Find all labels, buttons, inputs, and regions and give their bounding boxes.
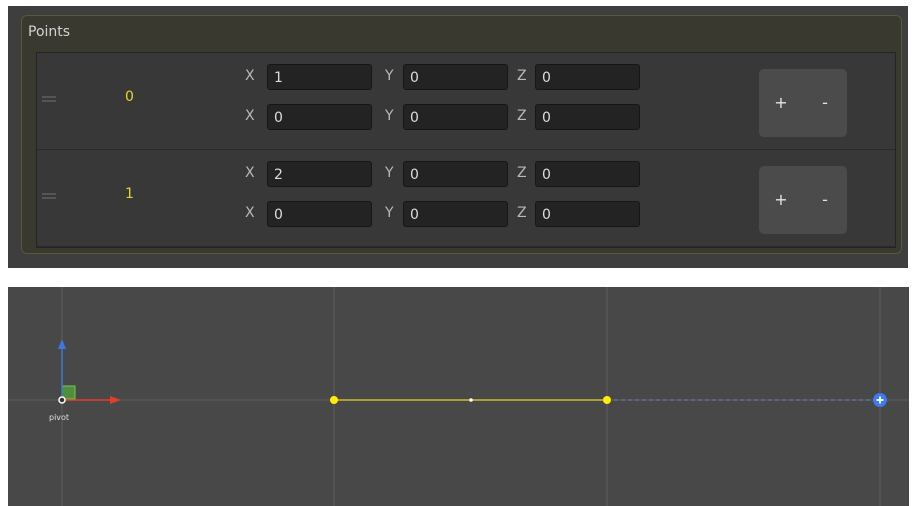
points-list: 0 X 1 Y 0 Z 0 X 0 Y 0 Z 0 + - 1 X 2 Y 0 … [36, 52, 896, 248]
z-label: Z [517, 68, 527, 84]
z-label: Z [517, 108, 527, 124]
secondary-vector: X 0 Y 0 Z 0 [245, 103, 645, 131]
x-label: X [245, 68, 255, 84]
point-index: 1 [125, 186, 134, 202]
x-field[interactable]: 1 [267, 64, 372, 90]
pivot-label: pivot [49, 413, 69, 422]
y-label: Y [385, 205, 394, 221]
x-field[interactable]: 0 [267, 104, 372, 130]
drag-handle-icon[interactable] [42, 193, 56, 199]
point-actions: + - [759, 166, 847, 234]
y-label: Y [385, 165, 394, 181]
drag-handle-icon[interactable] [42, 96, 56, 102]
pivot-point[interactable] [58, 396, 66, 404]
points-group-title: Points [28, 24, 71, 40]
add-point-button[interactable]: + [769, 91, 793, 115]
y-field[interactable]: 0 [403, 201, 508, 227]
y-field[interactable]: 0 [403, 161, 508, 187]
secondary-vector: X 0 Y 0 Z 0 [245, 200, 645, 228]
z-field[interactable]: 0 [535, 161, 640, 187]
z-label: Z [517, 205, 527, 221]
point-index: 0 [125, 89, 134, 105]
point-actions: + - [759, 69, 847, 137]
inspector-panel: Points 0 X 1 Y 0 Z 0 X 0 Y 0 Z 0 + - 1 X… [8, 6, 908, 268]
position-vector: X 1 Y 0 Z 0 [245, 63, 645, 91]
remove-point-button[interactable]: - [813, 91, 837, 115]
path-point-0[interactable] [330, 396, 338, 404]
y-label: Y [385, 108, 394, 124]
add-point-icon[interactable] [873, 393, 887, 407]
position-vector: X 2 Y 0 Z 0 [245, 160, 645, 188]
scene-canvas[interactable]: pivot [8, 287, 909, 506]
add-point-button[interactable]: + [769, 188, 793, 212]
x-field[interactable]: 0 [267, 201, 372, 227]
x-label: X [245, 165, 255, 181]
path-point-1[interactable] [603, 396, 611, 404]
z-field[interactable]: 0 [535, 104, 640, 130]
z-field[interactable]: 0 [535, 64, 640, 90]
y-label: Y [385, 68, 394, 84]
points-group: Points 0 X 1 Y 0 Z 0 X 0 Y 0 Z 0 + - 1 X… [21, 15, 902, 254]
x-label: X [245, 205, 255, 221]
remove-point-button[interactable]: - [813, 188, 837, 212]
list-item: 0 X 1 Y 0 Z 0 X 0 Y 0 Z 0 + - [37, 53, 895, 149]
list-item: 1 X 2 Y 0 Z 0 X 0 Y 0 Z 0 + - [37, 150, 895, 246]
z-label: Z [517, 165, 527, 181]
scene-view[interactable]: pivot [8, 287, 909, 506]
x-label: X [245, 108, 255, 124]
segment-midpoint[interactable] [469, 398, 473, 402]
x-field[interactable]: 2 [267, 161, 372, 187]
y-field[interactable]: 0 [403, 64, 508, 90]
z-field[interactable]: 0 [535, 201, 640, 227]
y-field[interactable]: 0 [403, 104, 508, 130]
